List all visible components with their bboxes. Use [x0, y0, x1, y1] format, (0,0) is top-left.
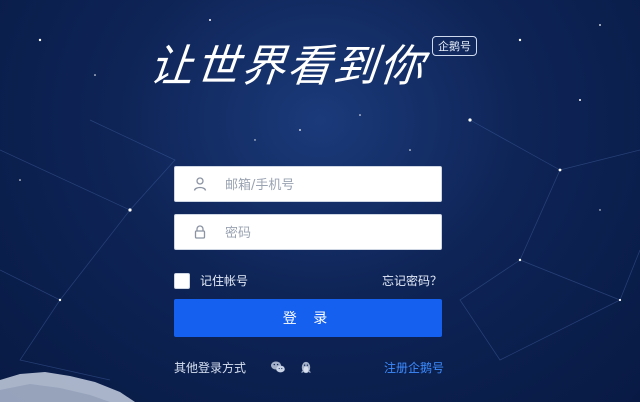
- qq-penguin-icon[interactable]: [298, 359, 314, 375]
- register-link[interactable]: 注册企鹅号: [384, 359, 444, 376]
- login-button[interactable]: 登 录: [174, 299, 442, 337]
- password-input[interactable]: [223, 215, 437, 251]
- account-field[interactable]: [174, 166, 442, 203]
- brand-badge: 企鹅号: [432, 36, 477, 56]
- password-field[interactable]: [174, 214, 442, 251]
- forgot-password-link[interactable]: 忘记密码？: [382, 272, 442, 289]
- other-login-label: 其他登录方式: [174, 361, 247, 375]
- lock-icon: [194, 225, 206, 239]
- remember-account[interactable]: 记住帐号: [174, 272, 248, 289]
- slogan-text: 让世界看到你: [146, 41, 429, 92]
- account-input[interactable]: [223, 167, 437, 203]
- remember-checkbox[interactable]: [174, 272, 190, 289]
- remember-label: 记住帐号: [200, 274, 249, 288]
- user-icon: [193, 177, 207, 191]
- wechat-icon[interactable]: [270, 359, 286, 375]
